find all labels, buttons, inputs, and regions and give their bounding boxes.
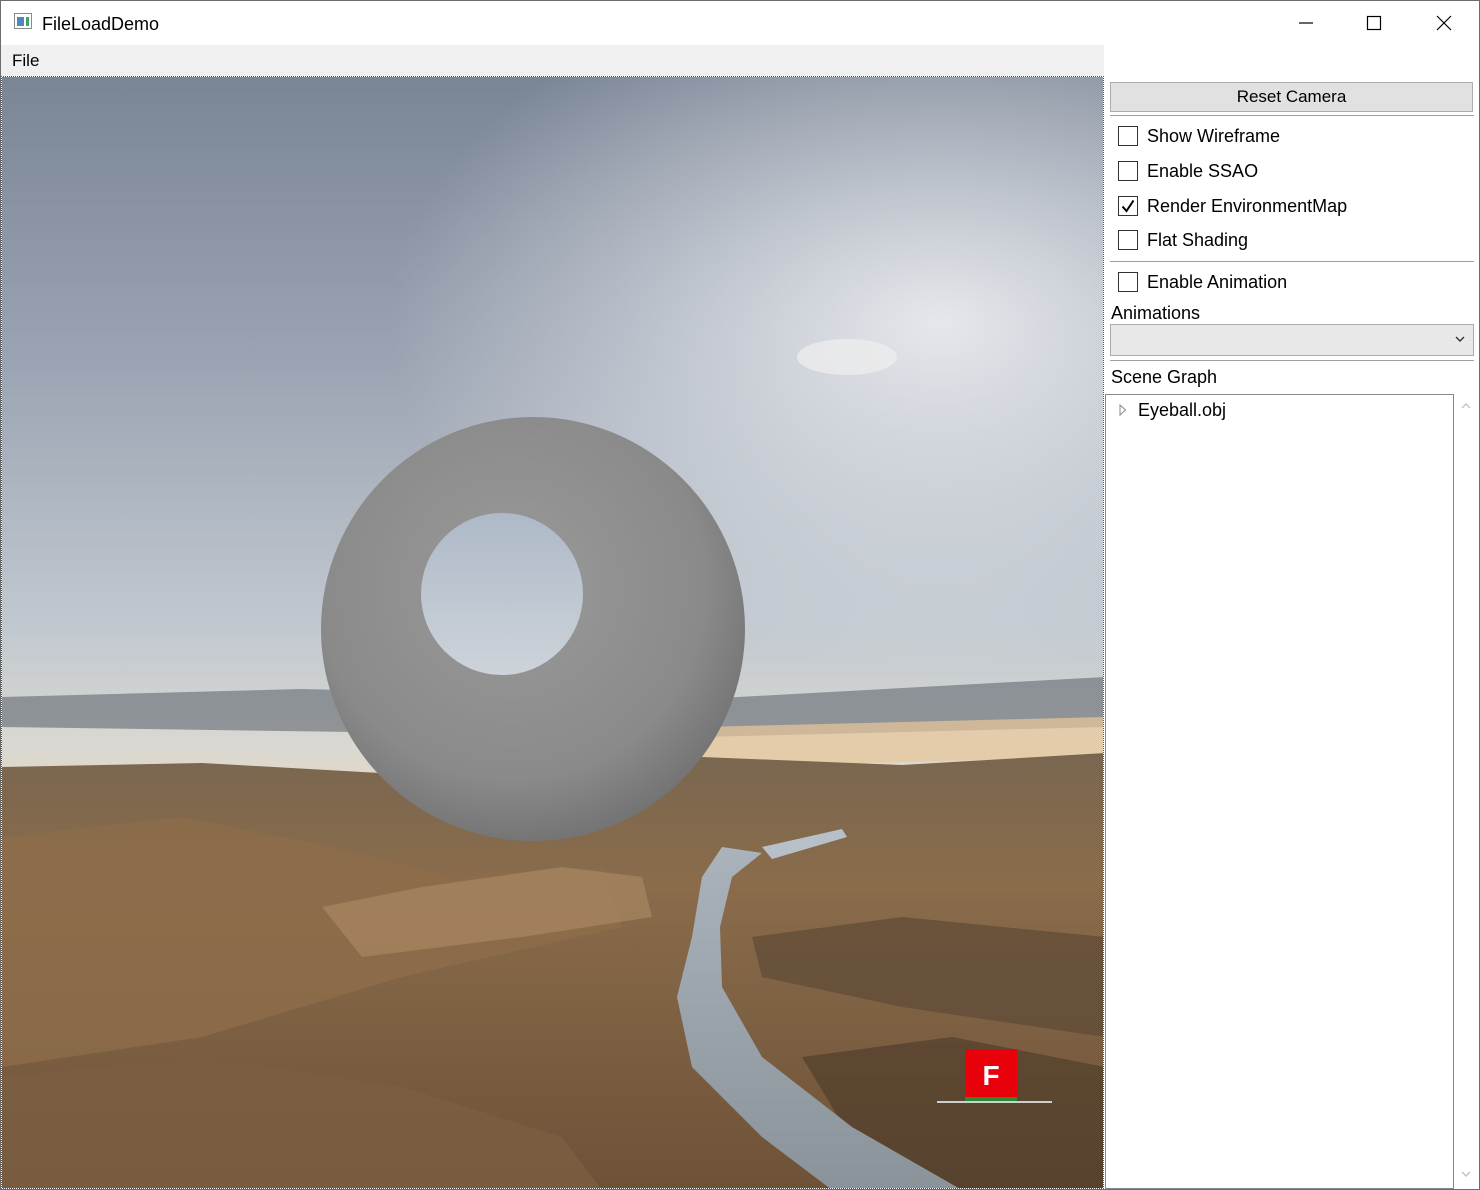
separator	[1110, 261, 1474, 262]
reset-camera-button[interactable]: Reset Camera	[1110, 82, 1473, 112]
scroll-down-icon[interactable]	[1461, 1171, 1471, 1178]
expand-arrow-icon[interactable]	[1119, 404, 1127, 416]
chevron-down-icon	[1455, 336, 1465, 342]
checkbox-label: Render EnvironmentMap	[1147, 196, 1348, 216]
separator	[1110, 360, 1474, 361]
view-cube-label: F	[982, 1060, 999, 1091]
checkbox-label: Show Wireframe	[1147, 126, 1281, 146]
separator	[1110, 115, 1474, 116]
minimize-icon	[1299, 22, 1313, 24]
vertical-scrollbar[interactable]	[1454, 394, 1479, 1189]
checkbox-box[interactable]	[1118, 196, 1138, 216]
scene-render: F	[2, 77, 1103, 1188]
checkbox-box[interactable]	[1118, 230, 1138, 250]
3d-viewport[interactable]: F	[1, 76, 1104, 1189]
checkbox-box[interactable]	[1118, 161, 1138, 181]
checkbox-box[interactable]	[1118, 272, 1138, 292]
maximize-button[interactable]	[1339, 1, 1409, 45]
close-button[interactable]	[1409, 1, 1479, 45]
app-window: FileLoadDemo File F Reset Camera Show Wi…	[0, 0, 1480, 1190]
scene-graph-tree[interactable]: Eyeball.obj	[1105, 394, 1454, 1189]
checkbox-label: Enable SSAO	[1147, 161, 1259, 181]
menu-file[interactable]: File	[12, 51, 39, 71]
animations-dropdown[interactable]	[1110, 324, 1474, 356]
title-bar[interactable]: FileLoadDemo	[1, 1, 1479, 45]
app-icon	[14, 13, 32, 29]
tree-item-label: Eyeball.obj	[1138, 400, 1227, 420]
animations-label: Animations	[1111, 303, 1201, 323]
scroll-up-icon[interactable]	[1461, 402, 1471, 409]
checkbox-label: Enable Animation	[1147, 272, 1288, 292]
menu-bar: File	[1, 45, 1104, 76]
checkbox-label: Flat Shading	[1147, 230, 1249, 250]
minimize-button[interactable]	[1271, 1, 1341, 45]
checkbox-box[interactable]	[1118, 126, 1138, 146]
control-panel: Reset Camera Show Wireframe Enable SSAO …	[1105, 45, 1479, 1189]
maximize-icon	[1366, 15, 1382, 31]
close-icon	[1436, 15, 1452, 31]
window-title: FileLoadDemo	[42, 14, 160, 34]
scene-graph-label: Scene Graph	[1111, 367, 1218, 387]
checkmark-icon	[1121, 199, 1135, 213]
